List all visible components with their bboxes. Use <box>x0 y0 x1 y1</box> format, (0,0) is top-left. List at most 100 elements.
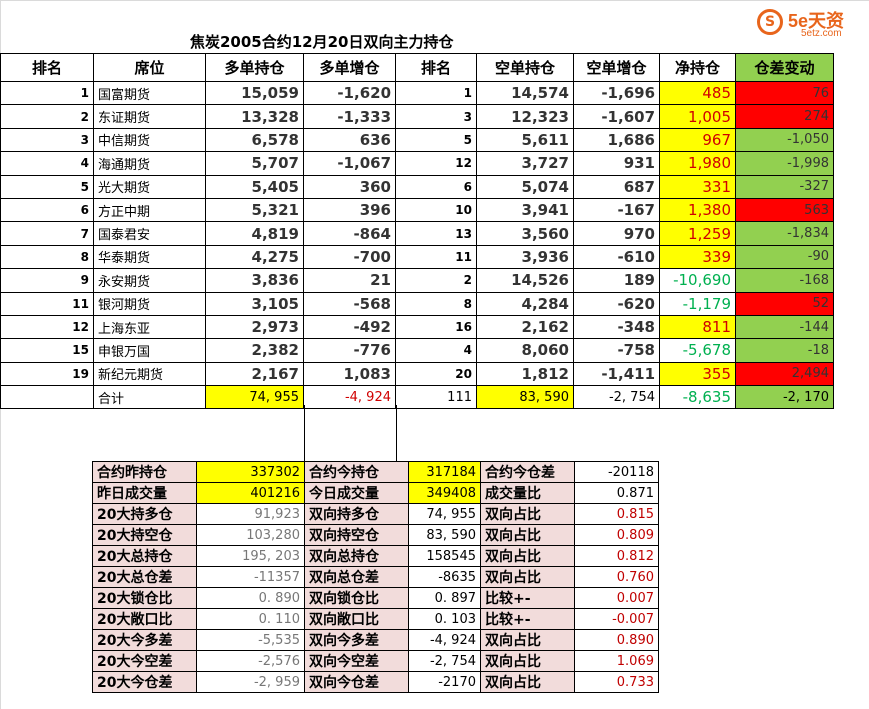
summary-value[interactable]: 401216 <box>196 482 305 504</box>
rank-cell[interactable]: 6 <box>0 197 94 223</box>
summary-label[interactable]: 双向今仓差 <box>304 671 409 693</box>
short-chg-cell[interactable]: -348 <box>573 314 660 340</box>
rank-cell[interactable]: 4 <box>0 151 94 176</box>
short-cell[interactable]: 14,574 <box>476 80 574 106</box>
broker-cell[interactable]: 国泰君安 <box>93 221 206 246</box>
broker-cell[interactable]: 中信期货 <box>93 127 206 153</box>
diff-cell[interactable]: -168 <box>735 268 834 293</box>
summary-value[interactable]: 0.733 <box>574 671 659 693</box>
summary-value[interactable]: 337302 <box>196 461 305 483</box>
short-rank-cell[interactable]: 12 <box>395 151 477 176</box>
total-label[interactable]: 合计 <box>93 385 206 410</box>
summary-value[interactable]: 0.760 <box>574 566 659 588</box>
summary-value[interactable]: 195, 203 <box>196 545 305 567</box>
summary-value[interactable]: -2, 959 <box>196 671 305 693</box>
summary-value[interactable]: 0. 897 <box>408 587 481 609</box>
long-cell[interactable]: 5,405 <box>205 174 304 199</box>
summary-value[interactable]: -11357 <box>196 566 305 588</box>
net-cell[interactable]: 1,980 <box>659 151 736 176</box>
total-short[interactable]: 83, 590 <box>476 385 574 410</box>
long-cell[interactable]: 4,275 <box>205 244 304 270</box>
net-cell[interactable]: 339 <box>659 244 736 270</box>
short-cell[interactable]: 12,323 <box>476 104 574 129</box>
summary-value[interactable]: -2, 754 <box>408 650 481 672</box>
net-cell[interactable]: -5,678 <box>659 338 736 363</box>
short-chg-cell[interactable]: -758 <box>573 338 660 363</box>
summary-value[interactable]: -2170 <box>408 671 481 693</box>
long-cell[interactable]: 2,973 <box>205 314 304 340</box>
summary-label[interactable]: 双向持多仓 <box>304 503 409 525</box>
summary-value[interactable]: 83, 590 <box>408 524 481 546</box>
diff-cell[interactable]: 2,494 <box>735 361 834 387</box>
long-chg-cell[interactable]: -864 <box>303 221 396 246</box>
summary-label[interactable]: 20大总持仓 <box>92 545 197 567</box>
summary-label[interactable]: 今日成交量 <box>304 482 409 504</box>
summary-label[interactable]: 昨日成交量 <box>92 482 197 504</box>
short-chg-cell[interactable]: 189 <box>573 268 660 293</box>
summary-value[interactable]: 158545 <box>408 545 481 567</box>
summary-label[interactable]: 20大今空差 <box>92 650 197 672</box>
long-chg-cell[interactable]: -1,333 <box>303 104 396 129</box>
net-cell[interactable]: 967 <box>659 127 736 153</box>
long-cell[interactable]: 3,836 <box>205 268 304 293</box>
net-cell[interactable]: 485 <box>659 80 736 106</box>
summary-label[interactable]: 20大今仓差 <box>92 671 197 693</box>
net-cell[interactable]: 355 <box>659 361 736 387</box>
summary-value[interactable]: 0.809 <box>574 524 659 546</box>
total-long[interactable]: 74, 955 <box>205 385 304 410</box>
diff-cell[interactable]: 76 <box>735 80 834 106</box>
diff-cell[interactable]: -1,834 <box>735 221 834 246</box>
summary-value[interactable]: 0. 103 <box>408 608 481 630</box>
long-chg-cell[interactable]: -776 <box>303 338 396 363</box>
col-header[interactable]: 多单增仓 <box>303 53 396 82</box>
short-chg-cell[interactable]: -610 <box>573 244 660 270</box>
rank-cell[interactable]: 2 <box>0 104 94 129</box>
long-cell[interactable]: 15,059 <box>205 80 304 106</box>
long-chg-cell[interactable]: -1,620 <box>303 80 396 106</box>
summary-value[interactable]: -4, 924 <box>408 629 481 651</box>
rank-cell[interactable]: 7 <box>0 221 94 246</box>
long-chg-cell[interactable]: 396 <box>303 197 396 223</box>
summary-label[interactable]: 成交量比 <box>480 482 575 504</box>
total-srank[interactable]: 111 <box>395 385 477 410</box>
diff-cell[interactable]: -327 <box>735 174 834 199</box>
rank-cell[interactable]: 9 <box>0 268 94 293</box>
summary-value[interactable]: 91,923 <box>196 503 305 525</box>
net-cell[interactable]: -10,690 <box>659 268 736 293</box>
summary-label[interactable]: 20大持空仓 <box>92 524 197 546</box>
summary-label[interactable]: 双向占比 <box>480 566 575 588</box>
broker-cell[interactable]: 华泰期货 <box>93 244 206 270</box>
short-chg-cell[interactable]: 1,686 <box>573 127 660 153</box>
summary-label[interactable]: 20大总仓差 <box>92 566 197 588</box>
short-cell[interactable]: 4,284 <box>476 291 574 316</box>
short-cell[interactable]: 3,727 <box>476 151 574 176</box>
rank-cell[interactable]: 3 <box>0 127 94 153</box>
broker-cell[interactable]: 银河期货 <box>93 291 206 316</box>
col-header[interactable]: 净持仓 <box>659 53 736 82</box>
summary-label[interactable]: 双向占比 <box>480 629 575 651</box>
cell[interactable] <box>0 385 94 410</box>
col-header[interactable]: 排名 <box>0 53 94 82</box>
short-rank-cell[interactable]: 8 <box>395 291 477 316</box>
summary-value[interactable]: -5,535 <box>196 629 305 651</box>
summary-label[interactable]: 双向锁仓比 <box>304 587 409 609</box>
diff-cell[interactable]: 52 <box>735 291 834 316</box>
long-chg-cell[interactable]: -492 <box>303 314 396 340</box>
summary-value[interactable]: 0.890 <box>574 629 659 651</box>
summary-value[interactable]: 0. 890 <box>196 587 305 609</box>
short-cell[interactable]: 3,936 <box>476 244 574 270</box>
short-cell[interactable]: 14,526 <box>476 268 574 293</box>
net-cell[interactable]: -1,179 <box>659 291 736 316</box>
net-cell[interactable]: 1,005 <box>659 104 736 129</box>
short-chg-cell[interactable]: 687 <box>573 174 660 199</box>
rank-cell[interactable]: 12 <box>0 314 94 340</box>
col-header[interactable]: 席位 <box>93 53 206 82</box>
rank-cell[interactable]: 19 <box>0 361 94 387</box>
broker-cell[interactable]: 方正中期 <box>93 197 206 223</box>
diff-cell[interactable]: 274 <box>735 104 834 129</box>
summary-label[interactable]: 双向占比 <box>480 524 575 546</box>
short-chg-cell[interactable]: 931 <box>573 151 660 176</box>
summary-label[interactable]: 比较+- <box>480 608 575 630</box>
summary-label[interactable]: 双向敞口比 <box>304 608 409 630</box>
short-cell[interactable]: 1,812 <box>476 361 574 387</box>
